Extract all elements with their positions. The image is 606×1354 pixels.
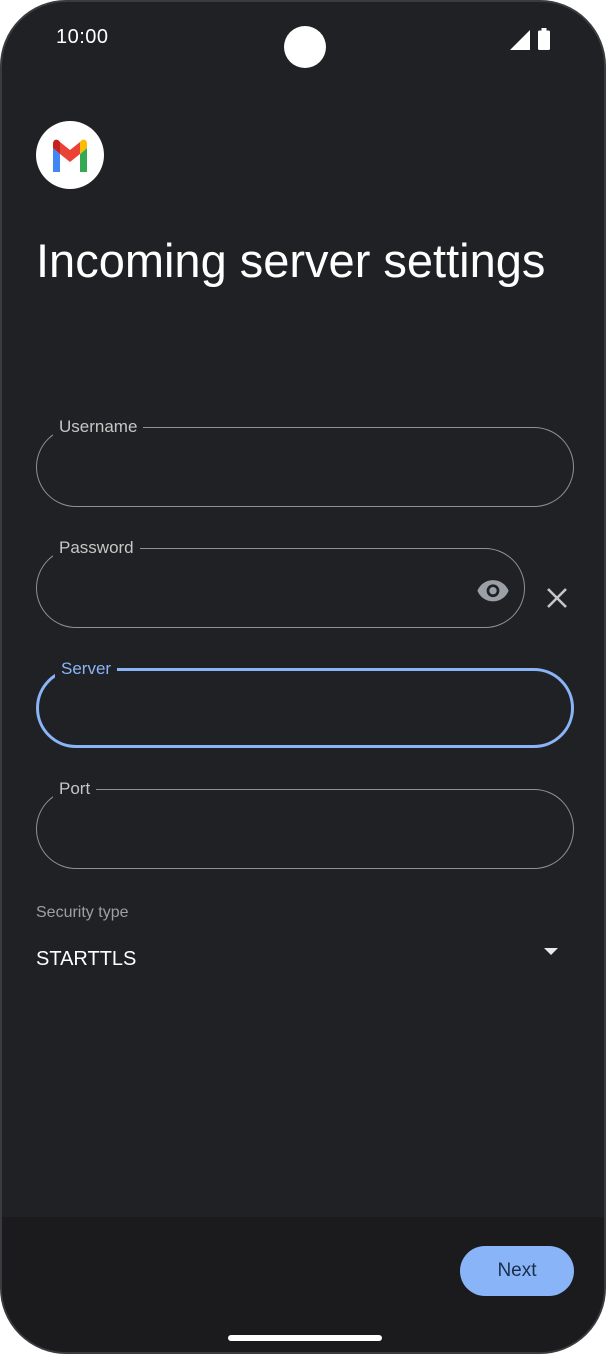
battery-full-icon <box>538 28 550 50</box>
security-type-label: Security type <box>36 904 129 921</box>
server-label: Server <box>55 658 118 680</box>
status-time: 10:00 <box>56 26 109 48</box>
home-indicator[interactable] <box>228 1335 382 1341</box>
username-label: Username <box>53 416 144 438</box>
server-field[interactable]: Server <box>36 658 574 748</box>
eye-icon[interactable] <box>476 573 510 607</box>
gmail-logo-icon <box>36 121 104 189</box>
port-field[interactable]: Port <box>36 778 574 869</box>
port-input[interactable] <box>59 810 551 846</box>
security-type-select[interactable]: STARTTLS <box>36 948 136 971</box>
server-input[interactable] <box>60 690 549 726</box>
front-camera <box>284 26 326 68</box>
close-icon[interactable] <box>540 581 574 615</box>
password-label: Password <box>53 537 140 559</box>
cellular-signal-icon <box>510 30 530 50</box>
username-field[interactable]: Username <box>36 416 574 507</box>
password-input[interactable] <box>59 569 464 605</box>
phone-screen: 10:00 Incoming server settings Username … <box>0 0 606 1354</box>
username-input[interactable] <box>59 448 551 484</box>
page-title: Incoming server settings <box>36 234 546 287</box>
port-label: Port <box>53 778 97 800</box>
next-button[interactable]: Next <box>460 1246 574 1296</box>
dropdown-arrow-icon[interactable] <box>542 946 560 958</box>
password-field[interactable]: Password <box>36 537 525 628</box>
